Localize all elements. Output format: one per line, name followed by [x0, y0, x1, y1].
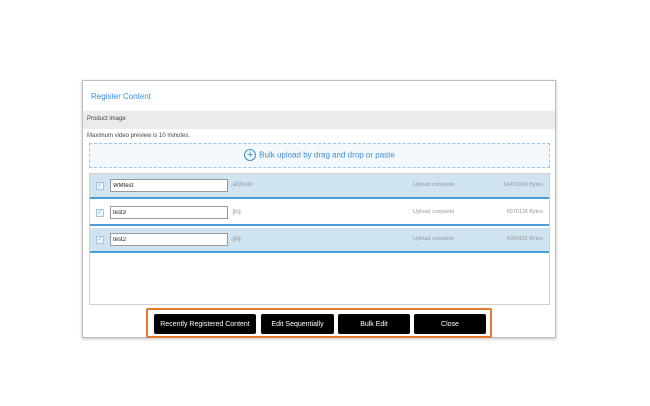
- file-size: 16431069 Bytes: [503, 182, 543, 188]
- section-label: Product image: [87, 116, 126, 122]
- video-preview-note: Maximum video preview is 10 minutes.: [87, 133, 191, 139]
- bulk-upload-dropzone[interactable]: + Bulk upload by drag and drop or paste: [89, 143, 550, 168]
- upload-status: Upload complete: [413, 182, 455, 188]
- file-size: 4160432 Bytes: [506, 236, 543, 242]
- file-checkbox[interactable]: ✓: [96, 182, 104, 190]
- upload-status: Upload complete: [413, 236, 455, 242]
- file-row[interactable]: ✓ .jpg Upload complete 6970118 Bytes: [90, 201, 549, 226]
- section-header: Product image: [83, 111, 555, 129]
- dialog-title: Register Content: [91, 92, 152, 101]
- bulk-edit-button[interactable]: Bulk Edit: [338, 314, 410, 334]
- upload-status: Upload complete: [413, 209, 455, 215]
- edit-sequentially-button[interactable]: Edit Sequentially: [261, 314, 334, 334]
- file-name-input[interactable]: [110, 179, 228, 192]
- file-checkbox[interactable]: ✓: [96, 209, 104, 217]
- file-row[interactable]: ✓ .jpg Upload complete 4160432 Bytes: [90, 228, 549, 253]
- close-button[interactable]: Close: [414, 314, 486, 334]
- recently-registered-content-button[interactable]: Recently Registered Content: [154, 314, 256, 334]
- file-extension: .jpg: [231, 236, 241, 242]
- action-button-bar: Recently Registered Content Edit Sequent…: [146, 308, 492, 338]
- file-name-input[interactable]: [110, 206, 228, 219]
- file-checkbox[interactable]: ✓: [96, 236, 104, 244]
- dropzone-label: Bulk upload by drag and drop or paste: [259, 150, 395, 160]
- file-name-input[interactable]: [110, 233, 228, 246]
- file-list: ✓ .afphoto Upload complete 16431069 Byte…: [89, 173, 550, 305]
- file-size: 6970118 Bytes: [506, 209, 543, 215]
- file-row[interactable]: ✓ .afphoto Upload complete 16431069 Byte…: [90, 174, 549, 199]
- file-extension: .afphoto: [231, 182, 253, 188]
- file-extension: .jpg: [231, 209, 241, 215]
- plus-circle-icon: +: [244, 149, 257, 161]
- register-content-dialog: Register Content Product image Maximum v…: [82, 80, 556, 338]
